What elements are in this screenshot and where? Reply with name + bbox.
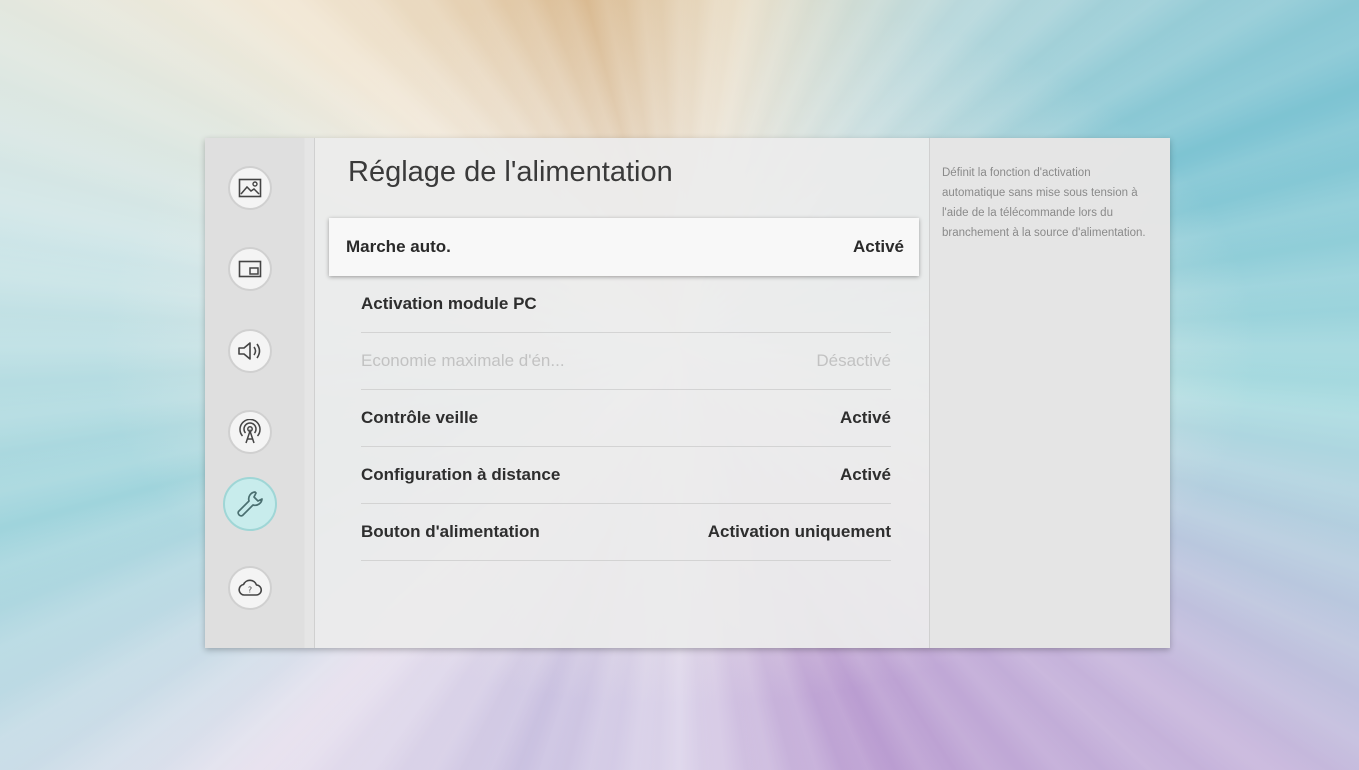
svg-text:?: ? — [248, 586, 252, 595]
settings-main: Réglage de l'alimentation Marche auto. A… — [315, 138, 929, 648]
wrench-icon — [237, 491, 263, 517]
menu-item-remote-configuration[interactable]: Configuration à distance Activé — [361, 447, 891, 504]
picture-in-picture-icon — [238, 260, 262, 278]
sidebar-divider — [304, 138, 315, 648]
menu-item-value: Activé — [852, 237, 904, 256]
picture-icon — [238, 178, 262, 198]
menu-item-label: Marche auto. — [346, 237, 451, 256]
menu-item-label: Bouton d'alimentation — [361, 522, 540, 541]
sidebar-item-general[interactable] — [223, 477, 277, 531]
page-title: Réglage de l'alimentation — [348, 156, 673, 188]
menu-item-power-button[interactable]: Bouton d'alimentation Activation uniquem… — [361, 504, 891, 561]
menu-item-value: Activé — [839, 465, 891, 484]
sidebar-item-pip[interactable] — [228, 247, 272, 291]
menu-item-max-energy-saving: Economie maximale d'én... Désactivé — [361, 333, 891, 390]
sidebar-item-sound[interactable] — [228, 329, 272, 373]
broadcast-icon — [239, 419, 261, 444]
sound-icon — [238, 342, 261, 360]
sidebar-item-support[interactable]: ? — [228, 566, 272, 610]
menu-item-label: Activation module PC — [361, 294, 537, 313]
settings-panel: ? Réglage de l'alimentation Marche auto.… — [205, 138, 1170, 648]
menu-item-standby-control[interactable]: Contrôle veille Activé — [361, 390, 891, 447]
menu-item-value: Désactivé — [816, 351, 891, 370]
help-text: Définit la fonction d'activation automat… — [942, 167, 1146, 239]
menu-item-label: Economie maximale d'én... — [361, 351, 565, 370]
sidebar-item-picture[interactable] — [228, 166, 272, 210]
menu-item-label: Contrôle veille — [361, 408, 479, 427]
tv-screen: ? Réglage de l'alimentation Marche auto.… — [0, 0, 1359, 770]
menu-item-auto-power[interactable]: Marche auto. Activé — [329, 218, 919, 276]
menu-item-pc-module[interactable]: Activation module PC — [361, 276, 891, 333]
menu-item-value: Activation uniquement — [707, 522, 891, 541]
menu-item-label: Configuration à distance — [361, 465, 561, 484]
sidebar-item-broadcast[interactable] — [228, 410, 272, 454]
help-panel: Définit la fonction d'activation automat… — [929, 138, 1170, 648]
support-icon: ? — [238, 579, 263, 596]
settings-sidebar: ? — [205, 138, 305, 648]
menu-item-value: Activé — [839, 408, 891, 427]
